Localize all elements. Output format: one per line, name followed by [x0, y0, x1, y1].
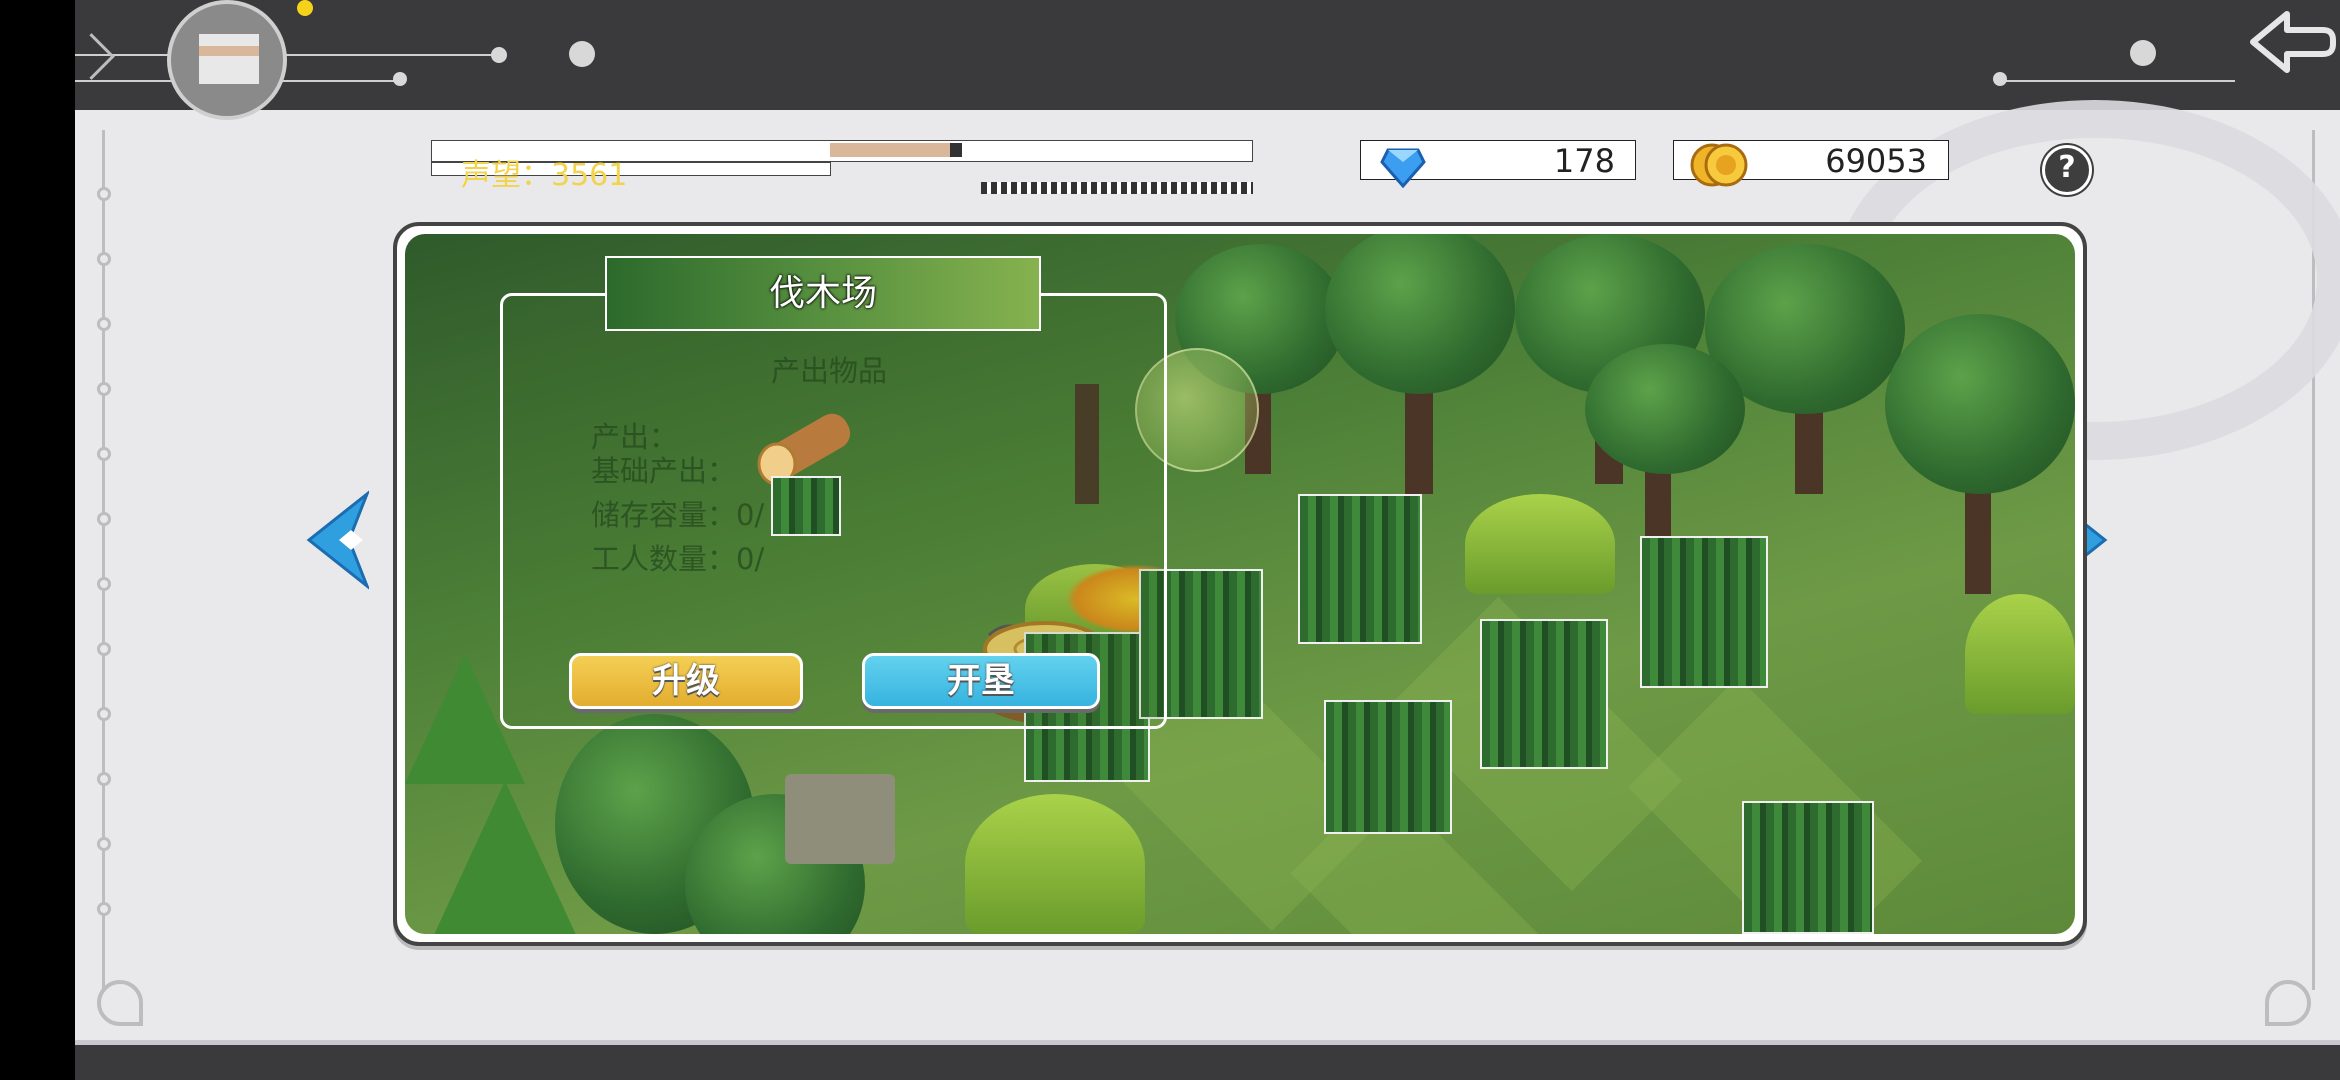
tree — [1325, 234, 1515, 394]
plot-thumbnail[interactable] — [1324, 700, 1452, 834]
avatar-image — [199, 34, 259, 84]
diamond-icon — [1380, 142, 1426, 189]
rail-ring — [97, 187, 111, 201]
storage-capacity-label: 储存容量：0/ — [591, 498, 765, 532]
prev-area-button[interactable] — [305, 489, 371, 591]
rail-ring — [97, 512, 111, 526]
rail-ring — [97, 252, 111, 266]
back-arrow-icon — [2250, 11, 2336, 73]
plot-thumbnail[interactable] — [1640, 536, 1768, 688]
grass-tuft — [1965, 594, 2075, 714]
tree — [1585, 344, 1745, 474]
rail-ring — [97, 707, 111, 721]
decor-dot — [2130, 40, 2156, 66]
rock — [785, 774, 895, 864]
notification-dot-icon — [297, 0, 313, 16]
corner-gear-icon — [97, 980, 143, 1026]
bottom-bar — [75, 1045, 2340, 1080]
grass-tuft — [1465, 494, 1615, 594]
help-button[interactable]: ? — [2042, 145, 2092, 195]
reputation-text: 声望：3561 — [461, 158, 628, 193]
avatar-stripe — [199, 46, 259, 56]
grass-tuft — [965, 794, 1145, 934]
decor-dot — [569, 41, 595, 67]
rail-ring — [97, 317, 111, 331]
output-item-label: 产出物品 — [771, 354, 888, 388]
decor-dot — [393, 72, 407, 86]
reputation-glitch-strip — [981, 182, 1253, 194]
gold-count: 69053 — [1825, 142, 1927, 180]
chevron-icon — [75, 33, 115, 80]
back-button[interactable] — [2243, 0, 2340, 90]
tree — [1885, 314, 2075, 494]
reputation-marker — [950, 143, 962, 157]
log-icon — [743, 406, 873, 486]
decor-dot — [1993, 72, 2007, 86]
player-avatar[interactable] — [167, 0, 287, 120]
top-bar-line — [2005, 80, 2235, 82]
game-screen: 声望：3561 178 69053 ? 产出物品 产出： 基础产出： 储存容量：… — [75, 0, 2340, 1080]
left-arrow-icon — [306, 489, 371, 591]
plot-thumbnail[interactable] — [1480, 619, 1608, 769]
corner-gear-icon — [2265, 980, 2311, 1026]
help-icon: ? — [2058, 150, 2076, 185]
plot-thumbnail[interactable] — [1298, 494, 1422, 644]
rail-ring — [97, 837, 111, 851]
item-thumbnail — [771, 476, 841, 536]
plot-thumbnail[interactable] — [1742, 801, 1874, 934]
rail-ring — [97, 382, 111, 396]
rail-ring — [97, 642, 111, 656]
rail-ring — [97, 902, 111, 916]
decor-dot — [491, 47, 507, 63]
rail-ring — [97, 577, 111, 591]
top-bar — [75, 0, 2340, 110]
rail-ring — [97, 447, 111, 461]
base-output-label: 基础产出： — [591, 454, 737, 488]
rail-ring — [97, 772, 111, 786]
reputation-fill — [830, 143, 950, 157]
gold-coin-icon — [1690, 140, 1748, 190]
diamond-count: 178 — [1553, 142, 1615, 180]
upgrade-button[interactable]: 升级 — [569, 653, 803, 709]
reclaim-button[interactable]: 开垦 — [862, 653, 1100, 709]
worker-count-label: 工人数量：0/ — [591, 542, 765, 576]
panel-title: 伐木场 — [768, 273, 877, 314]
pine-tree — [433, 781, 577, 934]
